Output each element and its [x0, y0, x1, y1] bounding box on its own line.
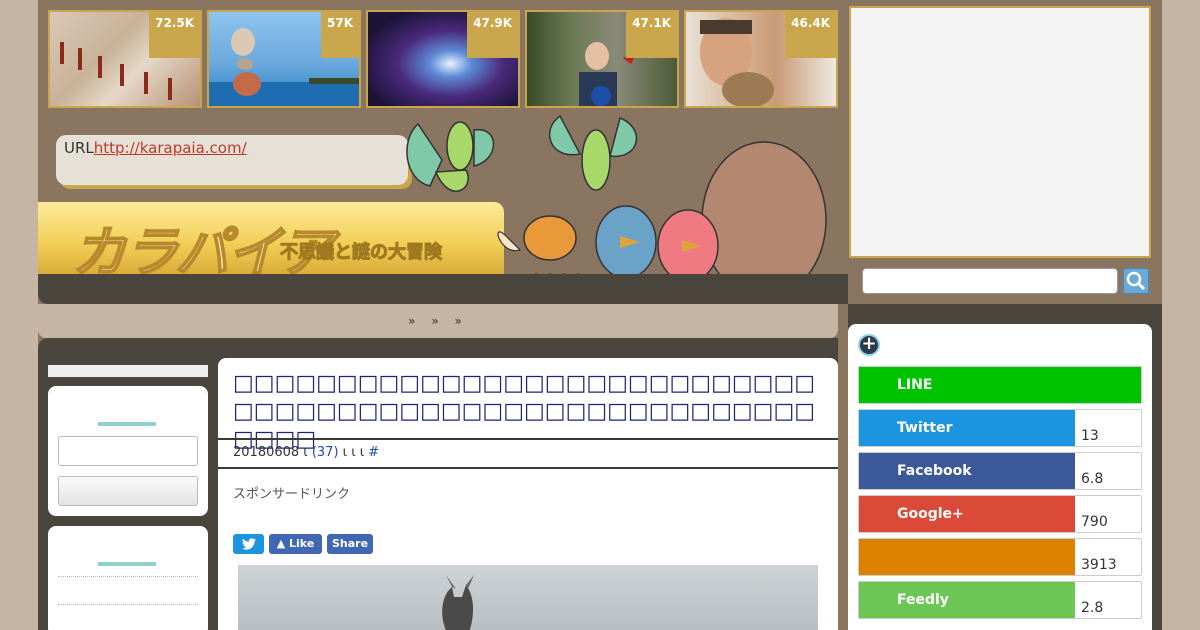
share-label: Google+: [859, 496, 1075, 532]
article-photo: [238, 565, 818, 630]
mascot-characters-illustration: [406, 114, 827, 299]
left-sidebar-header: [48, 365, 208, 377]
thumbs-up-icon: ▲: [276, 537, 286, 550]
ad-area[interactable]: [849, 6, 1151, 258]
meta-separators: ι ι ι: [342, 445, 365, 460]
like-label: Like: [289, 537, 315, 550]
left-search-box: [48, 386, 208, 516]
article: □□□□□□□□□□□□□□□□□□□□□□□□□□□□□□□□□□□□□□□□…: [218, 358, 838, 630]
comment-count-link[interactable]: (37): [312, 445, 339, 460]
twitter-bird-icon: [241, 538, 256, 550]
share-label: LINE: [859, 367, 1141, 403]
share-label: Feedly: [859, 582, 1075, 618]
facebook-like-button[interactable]: ▲ Like: [269, 534, 322, 554]
title-divider: [218, 438, 838, 440]
popular-thumbnails: 72.5K 57K 47.9K 47.1K 46.4K: [48, 10, 838, 108]
share-count: 6.8: [1081, 471, 1104, 487]
search-icon: [1126, 271, 1146, 291]
section-accent: [98, 422, 156, 426]
view-count: 47.1K: [626, 12, 677, 58]
plus-icon[interactable]: +: [858, 334, 880, 356]
goat-image: [442, 575, 474, 630]
sponsored-link-label: スポンサードリンク: [233, 487, 351, 502]
url-label: URL: [64, 139, 94, 157]
share-hatena-button[interactable]: 3913: [858, 538, 1142, 576]
view-count: 57K: [321, 12, 359, 58]
left-list-box: [48, 526, 208, 630]
share-count: 790: [1081, 514, 1108, 530]
thumbnail-5[interactable]: 46.4K: [684, 10, 838, 108]
thumbnail-1[interactable]: 72.5K: [48, 10, 202, 108]
share-facebook-button[interactable]: Facebook 6.8: [858, 452, 1142, 490]
sidebar-search-button[interactable]: [58, 476, 198, 506]
sidebar-search-input[interactable]: [58, 436, 198, 466]
search-button[interactable]: [1123, 268, 1149, 294]
article-date: 20180608 ι: [233, 445, 308, 460]
facebook-share-button[interactable]: Share: [327, 534, 373, 554]
share-googleplus-button[interactable]: Google+ 790: [858, 495, 1142, 533]
header-divider: [38, 274, 848, 304]
share-label: [859, 539, 1075, 575]
thumbnail-3[interactable]: 47.9K: [366, 10, 520, 108]
share-label: Facebook: [859, 453, 1075, 489]
share-label: Share: [331, 537, 369, 550]
share-line-button[interactable]: LINE: [858, 366, 1142, 404]
site-url-link[interactable]: http://karapaia.com/: [94, 139, 247, 157]
meta-divider: [218, 467, 838, 469]
article-meta: 20180608 ι (37) ι ι ι #: [233, 445, 379, 460]
list-divider: [58, 604, 198, 605]
tweet-button[interactable]: [233, 534, 264, 554]
thumbnail-4[interactable]: 47.1K: [525, 10, 679, 108]
view-count: 46.4K: [785, 12, 836, 58]
share-twitter-button[interactable]: Twitter 13: [858, 409, 1142, 447]
view-count: 47.9K: [467, 12, 518, 58]
breadcrumb[interactable]: » » »: [38, 304, 838, 338]
hashtag-link[interactable]: #: [368, 445, 379, 460]
thumbnail-2[interactable]: 57K: [207, 10, 361, 108]
share-label: Twitter: [859, 410, 1075, 446]
share-count: 2.8: [1081, 600, 1104, 616]
share-count: 13: [1081, 428, 1099, 444]
view-count: 72.5K: [149, 12, 200, 58]
share-count: 3913: [1081, 557, 1117, 573]
share-feedly-button[interactable]: Feedly 2.8: [858, 581, 1142, 619]
section-accent: [98, 562, 156, 566]
url-box: URLhttp://karapaia.com/: [56, 135, 408, 185]
list-divider: [58, 576, 198, 577]
article-title[interactable]: □□□□□□□□□□□□□□□□□□□□□□□□□□□□□□□□□□□□□□□□…: [233, 370, 823, 454]
search-input[interactable]: [862, 268, 1118, 294]
